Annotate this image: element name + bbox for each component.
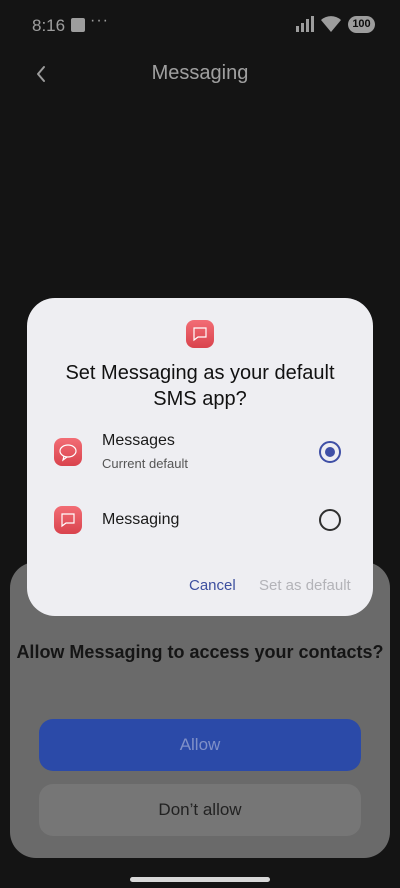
- messaging-app-icon: [54, 506, 82, 534]
- dont-allow-button[interactable]: Don’t allow: [39, 784, 361, 836]
- allow-button[interactable]: Allow: [39, 719, 361, 771]
- radio-unselected[interactable]: [319, 509, 341, 531]
- set-as-default-button[interactable]: Set as default: [259, 577, 351, 594]
- option-messaging[interactable]: Messaging: [27, 490, 373, 550]
- dialog-title: Set Messaging as your default SMS app?: [65, 362, 335, 410]
- default-sms-dialog: Set Messaging as your default SMS app? M…: [27, 298, 373, 616]
- navigation-handle[interactable]: [130, 877, 270, 882]
- radio-selected[interactable]: [319, 441, 341, 463]
- option-label: Messages: [102, 432, 175, 449]
- messages-app-icon: [54, 438, 82, 466]
- permission-title: Allow Messaging to access your contacts?: [16, 642, 384, 662]
- option-messages[interactable]: Messages Current default: [27, 422, 373, 482]
- option-sublabel: Current default: [102, 456, 188, 471]
- option-label: Messaging: [102, 511, 180, 528]
- cancel-button[interactable]: Cancel: [189, 577, 236, 594]
- messaging-app-icon: [186, 320, 214, 348]
